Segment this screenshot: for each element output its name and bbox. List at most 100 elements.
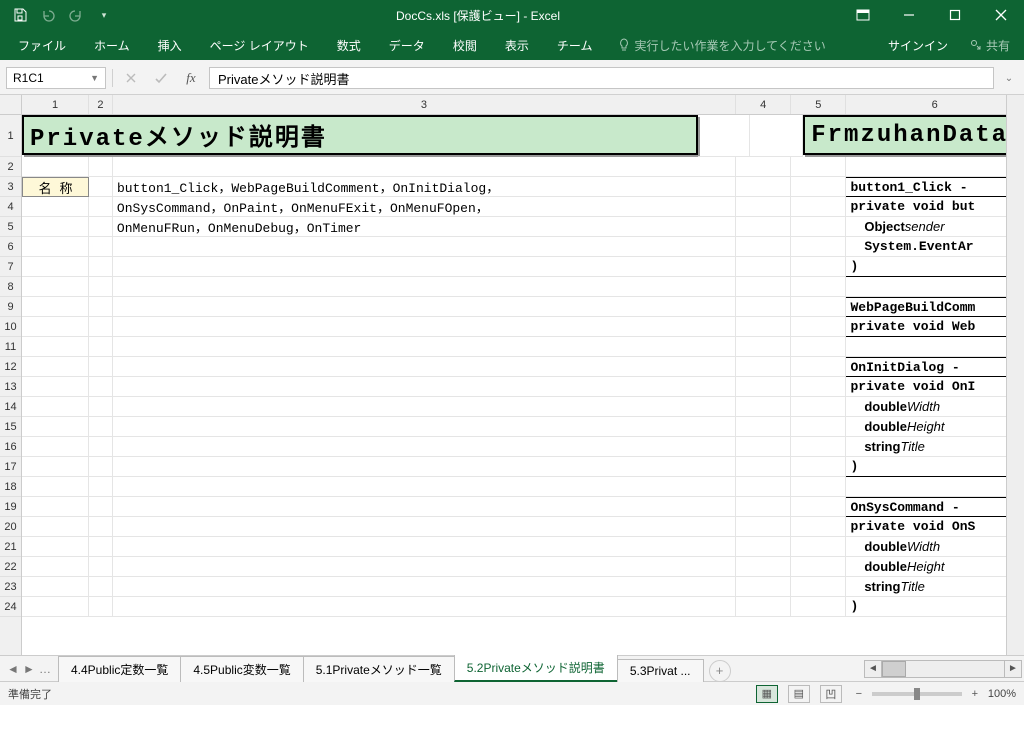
hscroll-left-icon[interactable]: ◄ xyxy=(864,660,882,678)
cell[interactable] xyxy=(736,337,791,357)
hscroll-right-icon[interactable]: ► xyxy=(1004,660,1022,678)
cell[interactable] xyxy=(22,357,89,377)
cell-r15c6[interactable]: double Height xyxy=(846,417,1024,437)
cell[interactable] xyxy=(736,397,791,417)
cell[interactable] xyxy=(89,417,113,437)
minimize-button[interactable] xyxy=(886,0,932,30)
cell[interactable] xyxy=(791,477,846,497)
cell-r12c6[interactable]: OnInitDialog - xyxy=(846,357,1024,377)
cell[interactable] xyxy=(791,397,846,417)
cell-r7c6[interactable]: ) xyxy=(846,257,1024,277)
cell[interactable] xyxy=(22,517,89,537)
cell-r5c6[interactable]: Object sender xyxy=(846,217,1024,237)
cell-r4c3[interactable]: OnSysCommand，OnPaint，OnMenuFExit，OnMenuF… xyxy=(113,197,736,217)
cell[interactable] xyxy=(89,277,113,297)
row-header-1[interactable]: 1 xyxy=(0,115,21,157)
cell[interactable] xyxy=(89,437,113,457)
cell[interactable] xyxy=(736,437,791,457)
sheet-tab-1[interactable]: 4.4Public定数一覧 xyxy=(58,656,181,682)
zoom-level[interactable]: 100% xyxy=(988,688,1016,700)
view-normal-icon[interactable]: ▦ xyxy=(756,685,778,703)
row-header-13[interactable]: 13 xyxy=(0,377,21,397)
cell[interactable] xyxy=(791,177,846,197)
cell[interactable] xyxy=(736,157,791,177)
cell[interactable] xyxy=(736,197,791,217)
cell[interactable] xyxy=(791,377,846,397)
col-header-5[interactable]: 5 xyxy=(791,95,846,114)
cell[interactable] xyxy=(22,257,89,277)
cell[interactable] xyxy=(22,337,89,357)
cell[interactable] xyxy=(22,277,89,297)
cell-r9c6[interactable]: WebPageBuildComm xyxy=(846,297,1024,317)
cell[interactable] xyxy=(89,517,113,537)
cell[interactable] xyxy=(89,557,113,577)
tell-me-box[interactable]: 実行したい作業を入力してください xyxy=(606,37,825,54)
cell[interactable] xyxy=(113,277,736,297)
cell[interactable] xyxy=(791,317,846,337)
cell[interactable] xyxy=(791,577,846,597)
cell-label-name[interactable]: 名 称 xyxy=(22,177,89,197)
tab-insert[interactable]: 挿入 xyxy=(144,30,196,60)
cell[interactable] xyxy=(791,437,846,457)
row-header-15[interactable]: 15 xyxy=(0,417,21,437)
cell[interactable] xyxy=(113,337,736,357)
cell[interactable] xyxy=(89,397,113,417)
cell[interactable] xyxy=(736,537,791,557)
cell-title-right[interactable]: FrmzuhanData.c xyxy=(803,115,1024,155)
cell[interactable] xyxy=(736,277,791,297)
cell-r20c6[interactable]: private void OnS xyxy=(846,517,1024,537)
row-header-22[interactable]: 22 xyxy=(0,557,21,577)
cell[interactable] xyxy=(791,537,846,557)
sheet-nav-more-icon[interactable]: … xyxy=(38,662,52,676)
cell[interactable] xyxy=(22,417,89,437)
tab-pagelayout[interactable]: ページ レイアウト xyxy=(196,30,323,60)
cell-r6c6[interactable]: System.EventAr xyxy=(846,237,1024,257)
cell[interactable] xyxy=(791,597,846,617)
cell[interactable] xyxy=(22,297,89,317)
col-header-1[interactable]: 1 xyxy=(22,95,89,114)
sheet-nav-prev-icon[interactable]: ◄ xyxy=(6,662,20,676)
expand-formula-bar-icon[interactable]: ⌄ xyxy=(1000,73,1018,84)
save-icon[interactable] xyxy=(8,3,32,27)
row-header-21[interactable]: 21 xyxy=(0,537,21,557)
cell[interactable] xyxy=(113,237,736,257)
cell[interactable] xyxy=(736,317,791,337)
cell[interactable] xyxy=(791,257,846,277)
cell[interactable] xyxy=(113,537,736,557)
cell[interactable] xyxy=(89,297,113,317)
cell[interactable] xyxy=(846,157,1024,177)
cell-r3c6[interactable]: button1_Click - xyxy=(846,177,1024,197)
cell[interactable] xyxy=(791,457,846,477)
cell[interactable] xyxy=(22,577,89,597)
tab-review[interactable]: 校閲 xyxy=(439,30,491,60)
cell[interactable] xyxy=(22,537,89,557)
row-header-9[interactable]: 9 xyxy=(0,297,21,317)
tab-data[interactable]: データ xyxy=(375,30,439,60)
cell-r5c3[interactable]: OnMenuFRun，OnMenuDebug，OnTimer xyxy=(113,217,736,237)
sheet-tab-5[interactable]: 5.3Privat ... xyxy=(617,659,704,682)
cell[interactable] xyxy=(736,257,791,277)
cell[interactable] xyxy=(846,477,1024,497)
col-header-6[interactable]: 6 xyxy=(846,95,1024,114)
cell[interactable] xyxy=(113,377,736,397)
cell-r10c6[interactable]: private void Web xyxy=(846,317,1024,337)
zoom-in-button[interactable]: + xyxy=(968,688,982,700)
cell-r23c6[interactable]: string Title xyxy=(846,577,1024,597)
sheet-tab-3[interactable]: 5.1Privateメソッド一覧 xyxy=(303,656,455,682)
hscroll-thumb[interactable] xyxy=(882,661,906,677)
row-header-8[interactable]: 8 xyxy=(0,277,21,297)
cell[interactable] xyxy=(791,517,846,537)
row-header-14[interactable]: 14 xyxy=(0,397,21,417)
tab-home[interactable]: ホーム xyxy=(80,30,144,60)
row-header-6[interactable]: 6 xyxy=(0,237,21,257)
cell[interactable] xyxy=(791,337,846,357)
row-header-10[interactable]: 10 xyxy=(0,317,21,337)
cell[interactable] xyxy=(791,357,846,377)
cell[interactable] xyxy=(89,217,113,237)
cell[interactable] xyxy=(736,477,791,497)
row-header-11[interactable]: 11 xyxy=(0,337,21,357)
row-header-7[interactable]: 7 xyxy=(0,257,21,277)
cell[interactable] xyxy=(113,397,736,417)
enter-formula-icon[interactable] xyxy=(149,67,173,89)
cell[interactable] xyxy=(791,497,846,517)
